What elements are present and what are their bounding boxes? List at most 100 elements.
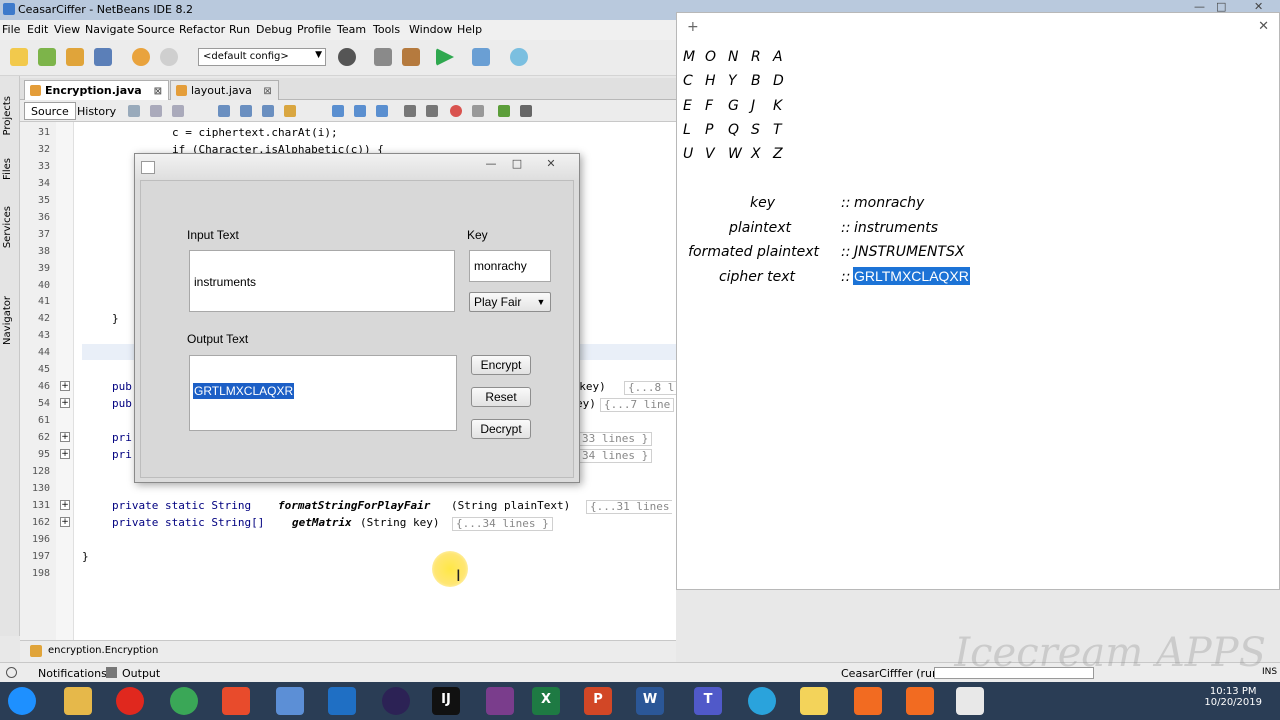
chrome-icon[interactable] — [170, 687, 198, 715]
navigator-panel-tab[interactable]: Navigator — [2, 296, 13, 345]
output-text-field[interactable]: GRTLMXCLAQXR — [189, 355, 457, 431]
menu-navigate[interactable]: Navigate — [85, 23, 134, 36]
folded-code-note[interactable]: {...34 lines } — [452, 517, 553, 531]
previous-bookmark-icon[interactable] — [332, 105, 344, 117]
menu-profile[interactable]: Profile — [297, 23, 331, 36]
decrypt-button[interactable]: Decrypt — [471, 419, 531, 439]
breadcrumb-item[interactable]: encryption.Encryption — [48, 645, 158, 656]
add-note-icon[interactable]: + — [687, 19, 699, 35]
toggle-bookmark-icon[interactable] — [376, 105, 388, 117]
toggle-highlight-icon[interactable] — [284, 105, 296, 117]
word-icon[interactable]: W — [636, 687, 664, 715]
winrar-icon[interactable] — [486, 687, 514, 715]
menu-edit[interactable]: Edit — [27, 23, 48, 36]
folded-code-note[interactable]: {...31 lines — [586, 500, 673, 514]
files-panel-tab[interactable]: Files — [2, 158, 13, 180]
menu-help[interactable]: Help — [457, 23, 482, 36]
run-icon[interactable] — [436, 48, 454, 66]
tab-encryption-java[interactable]: Encryption.java ⊠ — [24, 80, 169, 100]
folded-code-note[interactable]: 33 lines } — [578, 432, 653, 446]
snip-icon[interactable] — [854, 687, 882, 715]
services-panel-tab[interactable]: Services — [2, 206, 13, 248]
menu-window[interactable]: Window — [409, 23, 452, 36]
expand-fold-icon[interactable]: + — [60, 432, 70, 442]
explorer-icon[interactable] — [64, 687, 92, 715]
undo-icon[interactable] — [132, 48, 150, 66]
back-icon[interactable] — [150, 105, 162, 117]
output-tab[interactable]: Output — [122, 667, 160, 680]
projects-panel-tab[interactable]: Projects — [2, 96, 13, 135]
camera-icon[interactable] — [906, 687, 934, 715]
start-button[interactable] — [8, 687, 36, 715]
notifications-tab[interactable]: Notifications — [38, 667, 107, 680]
start-macro-icon[interactable] — [450, 105, 462, 117]
open-project-icon[interactable] — [66, 48, 84, 66]
config-select[interactable]: <default config> ▼ — [198, 48, 326, 66]
telegram-icon[interactable] — [748, 687, 776, 715]
build-hammer-icon[interactable] — [374, 48, 392, 66]
reset-button[interactable]: Reset — [471, 387, 531, 407]
teams-icon[interactable]: T — [694, 687, 722, 715]
save-all-icon[interactable] — [94, 48, 112, 66]
source-tab[interactable]: Source — [24, 102, 76, 120]
expand-fold-icon[interactable]: + — [60, 381, 70, 391]
close-tab-icon[interactable]: ⊠ — [263, 86, 271, 97]
new-project-icon[interactable] — [38, 48, 56, 66]
menu-team[interactable]: Team — [337, 23, 366, 36]
key-field[interactable]: monrachy — [469, 250, 551, 282]
clean-build-icon[interactable] — [402, 48, 420, 66]
tab-layout-java[interactable]: layout.java ⊠ — [170, 80, 279, 100]
notes-panel[interactable]: + ✕ M O N R A C H Y B D E F G J K L P Q … — [676, 12, 1280, 590]
folded-code-note[interactable]: 34 lines } — [578, 449, 653, 463]
expand-fold-icon[interactable]: + — [60, 517, 70, 527]
expand-fold-icon[interactable]: + — [60, 500, 70, 510]
cipher-select[interactable]: Play Fair ▼ — [469, 292, 551, 312]
folded-code-note[interactable]: {...8 l — [624, 381, 679, 395]
last-edit-icon[interactable] — [128, 105, 140, 117]
find-next-icon[interactable] — [262, 105, 274, 117]
menu-view[interactable]: View — [54, 23, 80, 36]
next-bookmark-icon[interactable] — [354, 105, 366, 117]
opera-icon[interactable] — [116, 687, 144, 715]
menu-debug[interactable]: Debug — [256, 23, 292, 36]
profile-icon[interactable] — [510, 48, 528, 66]
powerpoint-icon[interactable]: P — [584, 687, 612, 715]
close-button[interactable]: ✕ — [539, 156, 563, 172]
office-icon[interactable] — [222, 687, 250, 715]
close-icon[interactable]: ✕ — [1258, 19, 1269, 34]
menu-refactor[interactable]: Refactor — [179, 23, 225, 36]
vscode-icon[interactable] — [328, 687, 356, 715]
new-file-icon[interactable] — [10, 48, 28, 66]
forward-icon[interactable] — [172, 105, 184, 117]
maximize-button[interactable]: □ — [505, 156, 529, 172]
find-previous-icon[interactable] — [240, 105, 252, 117]
menu-source[interactable]: Source — [137, 23, 175, 36]
close-tab-icon[interactable]: ⊠ — [154, 86, 162, 97]
intellij-icon[interactable]: IJ — [432, 687, 460, 715]
java-icon[interactable] — [956, 687, 984, 715]
expand-fold-icon[interactable]: + — [60, 449, 70, 459]
globe-icon[interactable] — [338, 48, 356, 66]
debug-icon[interactable] — [472, 48, 490, 66]
history-tab[interactable]: History — [70, 102, 123, 120]
eclipse-icon[interactable] — [382, 687, 410, 715]
encrypt-button[interactable]: Encrypt — [471, 355, 531, 375]
folder-icon[interactable] — [800, 687, 828, 715]
comment-icon[interactable] — [498, 105, 510, 117]
menu-file[interactable]: File — [2, 23, 20, 36]
stop-macro-icon[interactable] — [472, 105, 484, 117]
shift-right-icon[interactable] — [426, 105, 438, 117]
folded-code-note[interactable]: {...7 line — [600, 398, 675, 412]
excel-icon[interactable]: X — [532, 687, 560, 715]
clock[interactable]: 10:13 PM 10/20/2019 — [1204, 686, 1262, 708]
virtualbox-icon[interactable] — [276, 687, 304, 715]
expand-fold-icon[interactable]: + — [60, 398, 70, 408]
menu-run[interactable]: Run — [229, 23, 250, 36]
dialog-title-bar[interactable]: — □ ✕ — [135, 154, 579, 180]
find-icon[interactable] — [218, 105, 230, 117]
shift-left-icon[interactable] — [404, 105, 416, 117]
menu-tools[interactable]: Tools — [373, 23, 400, 36]
uncomment-icon[interactable] — [520, 105, 532, 117]
input-text-field[interactable]: instruments — [189, 250, 455, 312]
minimize-button[interactable]: — — [479, 156, 503, 172]
